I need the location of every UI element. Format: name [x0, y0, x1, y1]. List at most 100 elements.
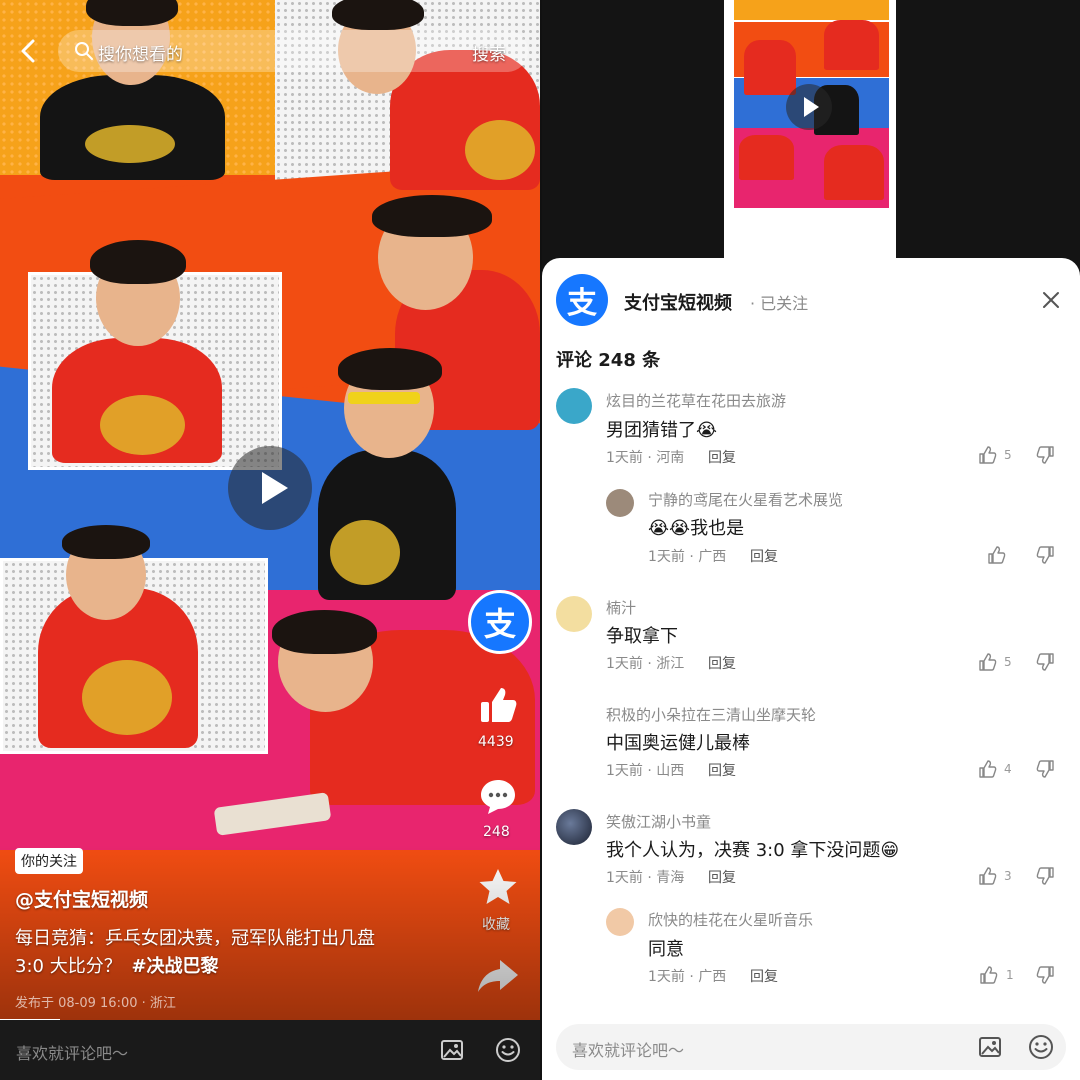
like-icon[interactable] [986, 545, 1006, 565]
like-icon[interactable] [977, 445, 997, 465]
comment-meta: 1天前 · 广西 [648, 549, 727, 565]
play-button[interactable] [228, 446, 312, 530]
reply-button[interactable]: 回复 [708, 760, 736, 780]
thumb-panel [734, 0, 889, 20]
player-figure [332, 0, 424, 30]
player-figure [62, 525, 150, 559]
video-description-line2: 3:0 大比分？ #决战巴黎 [15, 952, 219, 978]
comment-input[interactable]: 喜欢就评论吧～ [572, 1037, 684, 1061]
comment-icon[interactable] [478, 776, 518, 816]
player-figure [90, 240, 186, 284]
player-figure [100, 395, 185, 455]
search-button[interactable]: 搜索 [472, 40, 506, 65]
like-icon[interactable] [977, 652, 997, 672]
reply-button[interactable]: 回复 [708, 653, 736, 673]
reply-button[interactable]: 回复 [750, 546, 778, 566]
player-figure [465, 120, 535, 180]
video-player[interactable]: 支 搜你想看的 搜索 4439 248 收藏 你的关注 @支付宝短视频 每日竞猜… [0, 0, 540, 1080]
like-icon[interactable] [978, 965, 998, 985]
hashtag-link[interactable]: #决战巴黎 [131, 956, 218, 977]
author-name[interactable]: @支付宝短视频 [15, 885, 148, 912]
comment-text: 争取拿下 [606, 622, 678, 648]
player-figure [330, 520, 400, 585]
search-bar[interactable]: 搜你想看的 搜索 [58, 30, 528, 72]
comment-text: 😭😭我也是 [648, 514, 744, 540]
follow-tag: 你的关注 [15, 848, 83, 874]
comment-text: 同意 [648, 935, 684, 961]
player-figure [85, 125, 175, 163]
dislike-icon[interactable] [1036, 445, 1056, 465]
player-figure [86, 0, 178, 26]
reply-button[interactable]: 回复 [708, 447, 736, 467]
comment-body: 男团猜错了 [606, 420, 696, 441]
comment-meta: 1天前 · 山西 [606, 763, 685, 779]
image-icon[interactable] [978, 1035, 1002, 1059]
image-icon[interactable] [440, 1038, 464, 1062]
player-figure [372, 195, 492, 237]
comment-meta: 1天前 · 广西 [648, 969, 727, 985]
headband [348, 392, 420, 404]
avatar[interactable] [606, 908, 634, 936]
avatar[interactable] [556, 703, 592, 739]
dislike-icon[interactable] [1036, 545, 1056, 565]
comment-meta: 1天前 · 青海 [606, 870, 685, 886]
emoji: 😭 [696, 420, 718, 441]
video-description: 每日竞猜：乒乓女团决赛，冠军队能打出几盘 [15, 928, 375, 949]
comment-body: 同意 [648, 939, 684, 960]
play-icon [786, 84, 832, 130]
dislike-icon[interactable] [1036, 652, 1056, 672]
thumb-up-icon[interactable] [475, 682, 521, 728]
like-icon[interactable] [977, 866, 997, 886]
dislike-icon[interactable] [1036, 965, 1056, 985]
comment-input-bar: 喜欢就评论吧～ [0, 1020, 540, 1080]
channel-name[interactable]: 支付宝短视频 [624, 289, 732, 315]
commenter-name[interactable]: 楠汁 [606, 597, 636, 618]
follow-status[interactable]: · 已关注 [750, 290, 808, 314]
avatar[interactable] [556, 596, 592, 632]
comment-meta: 1天前 · 河南 [606, 450, 685, 466]
dislike-icon[interactable] [1036, 866, 1056, 886]
like-count: 4439 [478, 734, 514, 750]
player-figure [272, 610, 377, 654]
emoji-icon[interactable] [1028, 1034, 1054, 1060]
commenter-name[interactable]: 欣快的桂花在火星听音乐 [648, 909, 813, 930]
search-icon [74, 41, 94, 61]
comment-screen: 支 支付宝短视频 · 已关注 评论 248 条 炫目的兰花草在花田去旅游 男团猜… [542, 0, 1080, 1080]
close-icon[interactable] [1040, 289, 1062, 311]
commenter-name[interactable]: 积极的小朵拉在三清山坐摩天轮 [606, 704, 816, 725]
emoji-icon[interactable] [495, 1037, 521, 1063]
comment-count: 248 [483, 824, 510, 840]
comment-sheet: 支 支付宝短视频 · 已关注 评论 248 条 炫目的兰花草在花田去旅游 男团猜… [542, 258, 1080, 1080]
commenter-name[interactable]: 炫目的兰花草在花田去旅游 [606, 390, 786, 411]
description-text: 3:0 大比分？ [15, 956, 122, 977]
comment-body: 我个人认为，决赛 3:0 拿下没问题 [606, 840, 881, 861]
like-count: 3 [1004, 869, 1012, 883]
channel-avatar[interactable]: 支 [556, 274, 608, 326]
avatar[interactable] [556, 809, 592, 845]
avatar[interactable] [606, 489, 634, 517]
avatar[interactable] [556, 388, 592, 424]
comment-input-bar[interactable]: 喜欢就评论吧～ [556, 1024, 1066, 1070]
thumb-figure [824, 145, 884, 200]
player-figure [82, 660, 172, 735]
comment-meta: 1天前 · 浙江 [606, 656, 685, 672]
comment-input[interactable]: 喜欢就评论吧～ [16, 1040, 128, 1064]
like-count: 1 [1006, 968, 1014, 982]
reply-button[interactable]: 回复 [750, 966, 778, 986]
like-icon[interactable] [977, 759, 997, 779]
thumb-figure [824, 20, 879, 70]
search-input[interactable]: 搜你想看的 [98, 40, 183, 65]
like-count: 5 [1004, 655, 1012, 669]
publish-info: 发布于 08-09 16:00 · 浙江 [15, 996, 176, 1011]
like-count: 5 [1004, 448, 1012, 462]
player-figure [338, 348, 442, 390]
like-count: 4 [1004, 762, 1012, 776]
commenter-name[interactable]: 宁静的鸢尾在火星看艺术展览 [648, 489, 843, 510]
back-icon[interactable] [14, 36, 44, 66]
reply-button[interactable]: 回复 [708, 867, 736, 887]
video-thumbnail[interactable] [724, 0, 896, 258]
dislike-icon[interactable] [1036, 759, 1056, 779]
comment-body: 中国奥运健儿最棒 [606, 733, 750, 754]
alipay-logo: 支 [468, 590, 532, 654]
commenter-name[interactable]: 笑傲江湖小书童 [606, 811, 711, 832]
